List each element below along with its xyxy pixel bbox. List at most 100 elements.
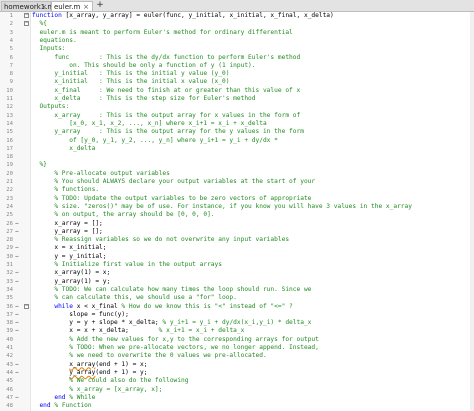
close-tab-icon[interactable]: × (83, 2, 89, 12)
code-keyword: end (32, 402, 51, 410)
code-comment: x_final : We need to finish at or greate… (32, 86, 301, 94)
breakpoint-marker[interactable]: − (15, 311, 21, 319)
breakpoint-marker[interactable]: − (15, 361, 21, 369)
code-line[interactable]: 29− x = x_initial; (0, 244, 474, 252)
code-line[interactable]: 7 on. This should be only a function of … (0, 62, 474, 70)
tab-homework1[interactable]: homework1.m × (1, 1, 54, 12)
code-line[interactable]: 1 − function [x_array, y_array] = euler(fu… (0, 12, 474, 20)
close-tab-icon[interactable]: × (41, 2, 47, 12)
code-line[interactable]: 23 % TODO: Update the output variables t… (0, 195, 474, 203)
code-editor[interactable]: 1− function [x_array, y_array] = euler(fu… (0, 12, 474, 411)
fold-toggle-icon[interactable]: − (24, 303, 29, 309)
code-line[interactable]: 44− y_array(end + 1) = y; (0, 369, 474, 377)
tab-euler[interactable]: euler.m × (51, 1, 93, 11)
code-line[interactable]: 18 (0, 153, 474, 161)
code-line[interactable]: 40 % Add the new values for x,y to the c… (0, 336, 474, 344)
code-line[interactable]: 9 x_initial : This is the initial x valu… (0, 78, 474, 86)
line-number: 16 (6, 137, 13, 144)
vertical-scrollbar[interactable] (470, 12, 474, 411)
code-line[interactable]: 19 %} (0, 161, 474, 169)
tab-bar: homework1.m × euler.m × + (0, 0, 474, 12)
code-line[interactable]: 5 Inputs: (0, 45, 474, 53)
code-line[interactable]: 4 equations. (0, 37, 474, 45)
code-token: y_array = []; (32, 227, 103, 235)
fold-toggle-icon[interactable]: − (24, 21, 29, 27)
line-number: 24 (6, 203, 13, 210)
breakpoint-marker[interactable]: − (15, 228, 21, 236)
code-line[interactable]: 21 % You should ALWAYS declare your outp… (0, 178, 474, 186)
code-line[interactable]: 41 % TODO: When we pre-allocate vectors,… (0, 344, 474, 352)
code-comment: x_initial : This is the initial x value … (32, 78, 230, 86)
code-comment: % x_i+1 = x_i + delta_x (158, 327, 245, 335)
code-token: y = y_initial; (32, 252, 107, 260)
code-line[interactable]: 14 [x_0, x_1, x_2, ..., x_n] where x_i+1… (0, 120, 474, 128)
code-token: y_array (69, 368, 96, 376)
code-line[interactable]: 30− y = y_initial; (0, 253, 474, 261)
code-line[interactable]: 25 % on output, the array should be [0, … (0, 211, 474, 219)
code-token: slope = func(y); (32, 310, 129, 318)
line-number: 34 (6, 286, 13, 293)
code-line[interactable]: 12 Outputs: (0, 103, 474, 111)
code-text: end % Function (32, 402, 91, 410)
code-line[interactable]: 27− y_array = []; (0, 228, 474, 236)
code-line[interactable]: 3 euler.m is meant to perform Euler's me… (0, 29, 474, 37)
code-comment: % functions. (32, 186, 100, 194)
code-line[interactable]: 39− x = x + x_delta; % x_i+1 = x_i + del… (0, 327, 474, 335)
code-text: x_array(1) = x; (32, 269, 110, 277)
code-line[interactable]: 13 x_array : This is the output array fo… (0, 112, 474, 120)
code-comment: % We could also do the following (32, 377, 189, 385)
code-line[interactable]: 36− − while x < x_final % How do we know … (0, 303, 474, 311)
code-line[interactable]: 33− y_array(1) = y; (0, 278, 474, 286)
code-line[interactable]: 10 x_final : We need to finish at or gre… (0, 87, 474, 95)
code-line[interactable]: 16 of [y_0, y_1, y_2, ..., y_n] where y_… (0, 137, 474, 145)
line-number: 14 (6, 120, 13, 127)
breakpoint-marker[interactable]: − (15, 269, 21, 277)
code-line[interactable]: 22 % functions. (0, 186, 474, 194)
code-line[interactable]: 47− end % While (0, 394, 474, 402)
code-text: y_initial : This is the initial y value … (32, 70, 229, 78)
code-line[interactable]: 38− y = y + slope * x_delta; % y_i+1 = y… (0, 319, 474, 327)
line-number: 30 (6, 253, 13, 260)
code-line[interactable]: 26− x_array = []; (0, 220, 474, 228)
code-comment: on. This should be only a function of y … (32, 61, 256, 69)
fold-toggle-icon[interactable]: − (24, 13, 29, 18)
code-line[interactable]: 11 x_delta : This is the step size for E… (0, 95, 474, 103)
line-number: 33 (6, 278, 13, 285)
add-tab-button[interactable]: + (93, 1, 107, 11)
code-comment: % While (69, 393, 96, 401)
breakpoint-marker[interactable]: − (15, 220, 21, 228)
code-line[interactable]: 48 end % Function (0, 402, 474, 410)
code-line[interactable]: 6 func : This is the dy/dx function to p… (0, 54, 474, 62)
code-line[interactable]: 28 % Reassign variables so we do not ove… (0, 236, 474, 244)
code-text: % TODO: When we pre-allocate vectors, we… (32, 344, 319, 352)
code-line[interactable]: 15 y_array : This is the output array fo… (0, 128, 474, 136)
code-comment: % y_i+1 = y_i + dy/dx(x_i,y_i) * delta_x (162, 319, 312, 327)
code-line[interactable]: 46 % x_array = [x_array, x]; (0, 386, 474, 394)
breakpoint-marker[interactable]: − (15, 253, 21, 261)
code-line[interactable]: 32− x_array(1) = x; (0, 269, 474, 277)
code-line[interactable]: 17 x_delta (0, 145, 474, 153)
code-line[interactable]: 37− slope = func(y); (0, 311, 474, 319)
breakpoint-marker[interactable]: − (15, 319, 21, 327)
code-line[interactable]: 24 % size. "zeros()" may be of use. For … (0, 203, 474, 211)
code-text: while x < x_final % How do we know this … (32, 303, 292, 311)
breakpoint-marker[interactable]: − (15, 244, 21, 252)
code-text: end % While (32, 394, 95, 402)
breakpoint-marker[interactable]: − (15, 369, 21, 377)
breakpoint-marker[interactable]: − (15, 278, 21, 286)
code-line[interactable]: 20 % Pre-allocate output variables (0, 170, 474, 178)
code-comment: euler.m is meant to perform Euler's meth… (32, 28, 293, 36)
code-line[interactable]: 35 % can calculate this, we should use a… (0, 294, 474, 302)
code-line[interactable]: 8 y_initial : This is the initial y valu… (0, 70, 474, 78)
code-line[interactable]: 43− x_array(end + 1) = x; (0, 361, 474, 369)
code-line[interactable]: 42 % we need to overwrite the 0 values w… (0, 352, 474, 360)
code-line[interactable]: 34 % TODO: We can calculate how many tim… (0, 286, 474, 294)
code-line[interactable]: 31 % Initialize first value in the outpu… (0, 261, 474, 269)
code-token: y = y + slope * x_delta; (32, 319, 163, 327)
code-line[interactable]: 2 − %{ (0, 20, 474, 28)
breakpoint-marker[interactable]: − (15, 394, 21, 402)
code-comment: %} (32, 161, 47, 169)
breakpoint-marker[interactable]: − (15, 303, 21, 311)
code-line[interactable]: 45 % We could also do the following (0, 377, 474, 385)
breakpoint-marker[interactable]: − (15, 327, 21, 335)
